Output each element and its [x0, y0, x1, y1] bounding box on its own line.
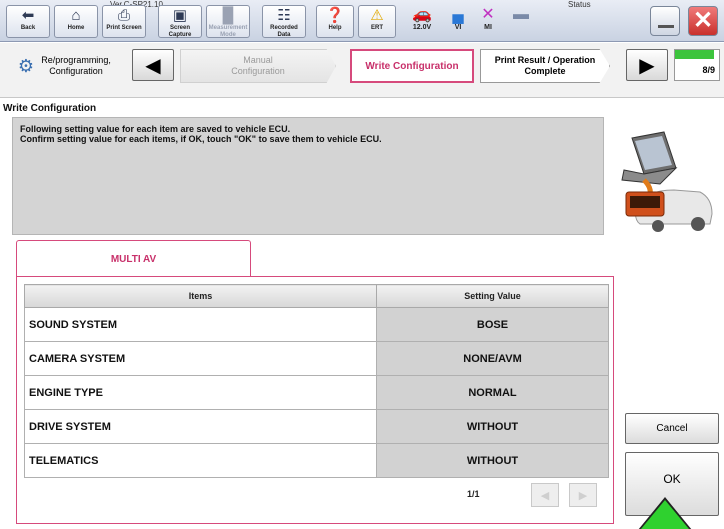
page-indicator: 1/1 — [467, 489, 480, 499]
step-write-configuration: Write Configuration — [350, 49, 474, 83]
progress-label: 8/9 — [702, 65, 715, 75]
step-manual-configuration: Manual Configuration — [180, 49, 336, 83]
table-row: SOUND SYSTEM BOSE — [24, 307, 609, 342]
tab-multi-av[interactable]: MULTI AV — [16, 240, 251, 277]
items-column-header: Items — [24, 284, 377, 308]
screen-capture-button[interactable]: ▣ Screen Capture — [158, 5, 202, 38]
vi-status: ▄ VI — [444, 6, 472, 36]
warning-icon: ⚠ — [370, 7, 384, 24]
help-label: Help — [328, 25, 342, 31]
minimize-icon — [658, 25, 674, 28]
row-item: CAMERA SYSTEM — [24, 341, 377, 376]
row-value: BOSE — [376, 307, 609, 342]
minimize-button[interactable] — [650, 6, 680, 36]
ok-label: OK — [663, 472, 681, 486]
table-row: TELEMATICS WITHOUT — [24, 443, 609, 478]
page-title: Write Configuration — [3, 103, 97, 114]
row-item: SOUND SYSTEM — [24, 307, 377, 342]
right-triangle-icon: ▶ — [639, 54, 655, 77]
page-down-button[interactable]: ▶ — [569, 483, 597, 507]
step-write-label: Write Configuration — [365, 60, 459, 72]
instruction-line-1: Following setting value for each item ar… — [20, 124, 291, 134]
step-print-label: Print Result / Operation Complete — [494, 55, 596, 76]
row-item: TELEMATICS — [24, 443, 377, 478]
row-item: DRIVE SYSTEM — [24, 409, 377, 444]
pointer-arrow-icon — [641, 500, 689, 529]
camera-icon: ▣ — [172, 7, 188, 24]
step-bar: ⚙ Re/programming, Configuration ◀ Manual… — [0, 43, 724, 98]
help-button[interactable]: ❓ Help — [316, 5, 354, 38]
vi-label: VI — [454, 24, 462, 31]
table-row: ENGINE TYPE NORMAL — [24, 375, 609, 410]
gear-icon: ⚙ — [17, 55, 35, 76]
ert-label: ERT — [371, 25, 383, 31]
extra-status: ▬ — [508, 6, 534, 36]
mi-status: ✕ MI — [474, 6, 502, 36]
instruction-panel: Following setting value for each item ar… — [12, 117, 604, 235]
page-right-icon: ▶ — [578, 489, 588, 502]
table-row: DRIVE SYSTEM WITHOUT — [24, 409, 609, 444]
print-screen-label: Print Screen — [106, 25, 142, 31]
meter-icon: █ — [222, 7, 234, 24]
close-button[interactable]: ✕ — [688, 6, 718, 36]
setting-value-column-header: Setting Value — [376, 284, 609, 308]
row-item: ENGINE TYPE — [24, 375, 377, 410]
battery-status: 🚗 12.0V — [402, 6, 442, 36]
page-up-button[interactable]: ◀ — [531, 483, 559, 507]
home-button[interactable]: ⌂ Home — [54, 5, 98, 38]
home-button-label: Home — [67, 25, 85, 31]
row-value: WITHOUT — [376, 443, 609, 478]
next-button[interactable]: ▶ — [626, 49, 668, 81]
back-button[interactable]: ⬅ Back — [6, 5, 50, 38]
laptop-to-car-icon — [621, 131, 713, 232]
tab-multi-av-label: MULTI AV — [110, 253, 157, 265]
recorded-data-label: Recorded Data — [270, 25, 298, 38]
print-screen-button[interactable]: ⎙ Print Screen — [102, 5, 146, 38]
top-toolbar: Ver.C-SP21.10 Status ⬅ Back ⌂ Home ⎙ Pri… — [0, 0, 724, 42]
step-manual-label: Manual Configuration — [231, 55, 285, 76]
table-header-row: Items Setting Value — [24, 284, 609, 308]
progress-bar-fill — [675, 50, 715, 59]
voltage-value: 12.0V — [412, 24, 432, 31]
step-reprogramming[interactable]: ⚙ Re/programming, Configuration — [6, 49, 126, 83]
left-triangle-icon: ◀ — [145, 54, 161, 77]
row-value: NORMAL — [376, 375, 609, 410]
disconnected-icon: ✕ — [481, 6, 495, 23]
close-icon: ✕ — [693, 7, 714, 34]
help-icon: ❓ — [325, 7, 345, 24]
row-value: WITHOUT — [376, 409, 609, 444]
back-button-label: Back — [20, 25, 36, 31]
recorded-data-icon: ☷ — [277, 7, 291, 24]
step-reprogramming-label: Re/programming, Configuration — [41, 55, 111, 76]
tab-divider — [252, 276, 614, 277]
back-arrow-icon: ⬅ — [21, 7, 35, 24]
previous-button[interactable]: ◀ — [132, 49, 174, 81]
measurement-mode-label: Measurement Mode — [208, 25, 248, 38]
signal-icon: ▄ — [452, 6, 464, 23]
settings-table: Items Setting Value SOUND SYSTEM BOSE CA… — [24, 284, 609, 478]
car-icon: 🚗 — [412, 6, 432, 23]
recorded-data-button[interactable]: ☷ Recorded Data — [262, 5, 306, 38]
progress-indicator: 8/9 — [674, 49, 720, 81]
measurement-mode-button[interactable]: █ Measurement Mode — [206, 5, 250, 38]
instruction-line-2: Confirm setting value for each items, if… — [20, 134, 382, 144]
screen-capture-label: Screen Capture — [168, 25, 192, 38]
row-value: NONE/AVM — [376, 341, 609, 376]
device-icon: ▬ — [513, 6, 529, 23]
step-print-result: Print Result / Operation Complete — [480, 49, 610, 83]
settings-table-panel: Items Setting Value SOUND SYSTEM BOSE CA… — [16, 276, 614, 524]
cancel-label: Cancel — [656, 423, 688, 434]
home-icon: ⌂ — [71, 7, 81, 24]
ert-button[interactable]: ⚠ ERT — [358, 5, 396, 38]
status-label: Status — [568, 0, 591, 9]
printer-icon: ⎙ — [117, 7, 130, 24]
page-left-icon: ◀ — [540, 489, 550, 502]
table-row: CAMERA SYSTEM NONE/AVM — [24, 341, 609, 376]
mi-label: MI — [484, 24, 492, 31]
cancel-button[interactable]: Cancel — [625, 413, 719, 444]
